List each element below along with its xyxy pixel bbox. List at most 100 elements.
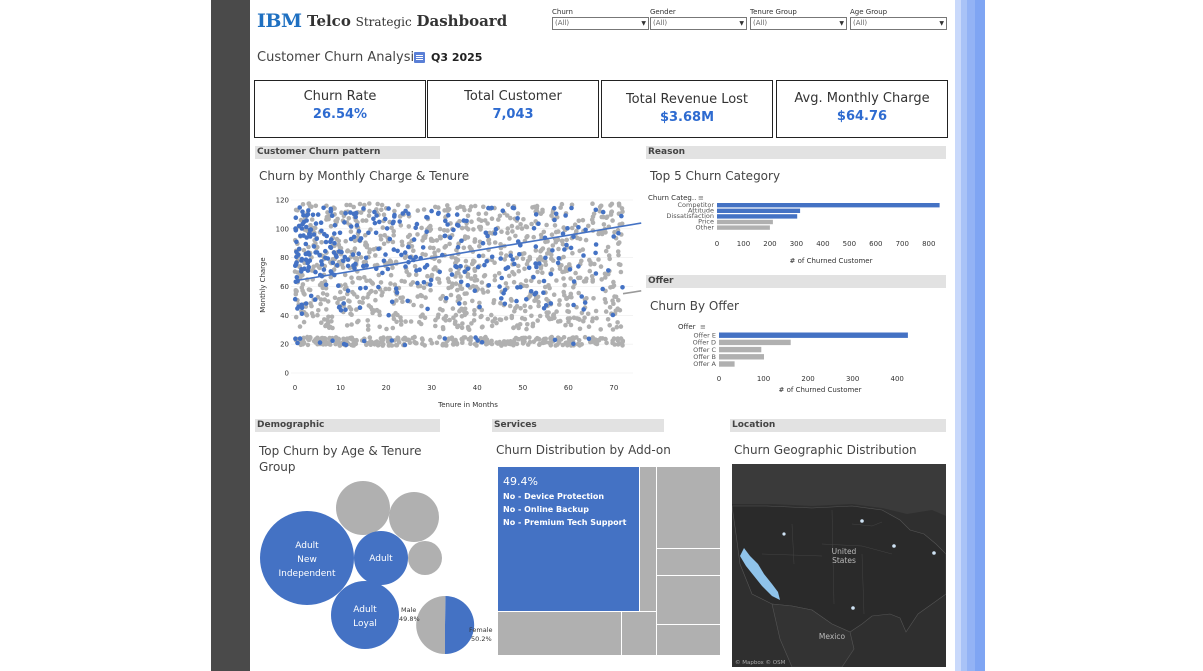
scatter-point bbox=[383, 252, 388, 257]
scatter-point bbox=[620, 209, 625, 214]
scatter-point bbox=[465, 213, 471, 219]
scatter-point bbox=[499, 229, 504, 234]
scatter-point bbox=[564, 242, 569, 248]
scatter-point bbox=[524, 297, 529, 302]
scatter-point bbox=[400, 211, 406, 216]
scatter-point bbox=[313, 269, 318, 275]
scatter-point bbox=[415, 294, 420, 299]
scatter-point bbox=[505, 226, 511, 231]
scatter-point bbox=[310, 212, 316, 218]
scatter-point bbox=[489, 323, 495, 329]
scatter-point bbox=[603, 300, 608, 305]
pie-slice bbox=[445, 596, 475, 655]
scatter-point bbox=[300, 202, 306, 207]
scatter-point bbox=[389, 299, 395, 305]
scatter-point bbox=[346, 298, 351, 303]
scatter-point bbox=[412, 263, 418, 269]
bubble-label: Independent bbox=[278, 569, 336, 579]
scatter-point bbox=[343, 211, 348, 216]
scatter-point bbox=[571, 302, 576, 308]
scatter-point bbox=[364, 242, 370, 248]
scatter-point bbox=[293, 215, 299, 220]
bubble-chart: Adult New Independent Adult Adult Loyal … bbox=[260, 481, 493, 655]
scatter-point bbox=[449, 272, 455, 277]
scatter-point bbox=[365, 294, 370, 300]
sort-icon[interactable]: ≡ bbox=[700, 323, 706, 331]
scatter-point bbox=[558, 318, 563, 324]
scatter-point bbox=[444, 343, 449, 348]
section-header-demographic: Demographic bbox=[255, 419, 440, 432]
filter-tenure-select[interactable]: (All) ▼ bbox=[750, 17, 847, 30]
scatter-point bbox=[600, 336, 605, 341]
scatter-point bbox=[297, 205, 302, 210]
scatter-point bbox=[401, 336, 406, 342]
filter-gender-value: (All) bbox=[653, 19, 668, 27]
scatter-point bbox=[480, 324, 485, 329]
scatter-point bbox=[581, 279, 587, 284]
filter-gender-select[interactable]: (All) ▼ bbox=[650, 17, 747, 30]
scatter-point bbox=[376, 246, 381, 252]
scatter-point bbox=[470, 260, 476, 266]
scatter-point bbox=[576, 264, 581, 269]
scatter-point bbox=[299, 258, 304, 263]
scatter-point bbox=[299, 285, 305, 290]
map-point[interactable] bbox=[782, 532, 786, 536]
section-header-pattern: Customer Churn pattern bbox=[255, 146, 440, 159]
bar bbox=[719, 332, 908, 338]
scatter-point bbox=[593, 242, 599, 247]
bar-label: Offer A bbox=[693, 360, 716, 368]
scatter-point bbox=[519, 315, 525, 321]
scatter-point bbox=[477, 304, 482, 310]
scatter-point bbox=[454, 342, 460, 347]
filter-tenure-value: (All) bbox=[753, 19, 768, 27]
scatter-xtick: 30 bbox=[427, 384, 436, 392]
filter-age-select[interactable]: (All) ▼ bbox=[850, 17, 947, 30]
filter-tenure-group: Tenure Group (All) ▼ bbox=[750, 8, 847, 30]
map-point[interactable] bbox=[851, 606, 855, 610]
scatter-chart-title: Churn by Monthly Charge & Tenure bbox=[259, 169, 470, 183]
map-point[interactable] bbox=[860, 519, 864, 523]
scatter-point bbox=[357, 305, 363, 310]
scatter-point bbox=[324, 233, 329, 239]
scatter-point bbox=[304, 224, 309, 230]
scatter-point bbox=[620, 285, 625, 290]
scatter-point bbox=[324, 292, 330, 298]
scatter-point bbox=[406, 211, 411, 216]
scatter-point bbox=[553, 211, 559, 217]
scatter-point bbox=[542, 284, 548, 290]
scatter-point bbox=[458, 204, 463, 209]
scatter-point bbox=[516, 336, 521, 342]
scatter-point bbox=[342, 220, 347, 225]
trend-line-retained bbox=[622, 290, 642, 295]
scatter-point bbox=[313, 203, 319, 209]
scatter-point bbox=[516, 268, 522, 274]
scatter-point bbox=[389, 338, 395, 343]
scatter-point bbox=[299, 302, 305, 308]
scatter-point bbox=[556, 246, 561, 252]
map-point[interactable] bbox=[892, 544, 896, 548]
scatter-point bbox=[444, 295, 449, 301]
scatter-point bbox=[425, 273, 430, 279]
bar bbox=[719, 354, 764, 360]
geo-map[interactable]: United States Mexico © Mapbox © OSM bbox=[732, 464, 946, 667]
scatter-point bbox=[522, 308, 528, 314]
map-point[interactable] bbox=[932, 551, 936, 555]
scatter-point bbox=[395, 312, 400, 318]
scatter-point bbox=[505, 202, 511, 208]
scatter-point bbox=[345, 288, 351, 293]
filter-churn-select[interactable]: (All) ▼ bbox=[552, 17, 649, 30]
scatter-point bbox=[441, 316, 447, 321]
scatter-point bbox=[315, 212, 321, 217]
bubble-adult-loyal bbox=[331, 581, 399, 649]
dashboard-title: Telco Strategic Dashboard bbox=[307, 12, 507, 30]
scatter-point bbox=[346, 216, 352, 221]
scatter-point bbox=[357, 238, 363, 243]
scatter-point bbox=[325, 317, 330, 323]
treemap-cell bbox=[657, 625, 720, 655]
scatter-point bbox=[428, 282, 433, 287]
scatter-point bbox=[425, 306, 430, 312]
title-dashboard: Dashboard bbox=[416, 12, 508, 30]
bar-xtick: 400 bbox=[816, 240, 829, 248]
scatter-point bbox=[522, 266, 527, 272]
scatter-point bbox=[564, 237, 569, 243]
